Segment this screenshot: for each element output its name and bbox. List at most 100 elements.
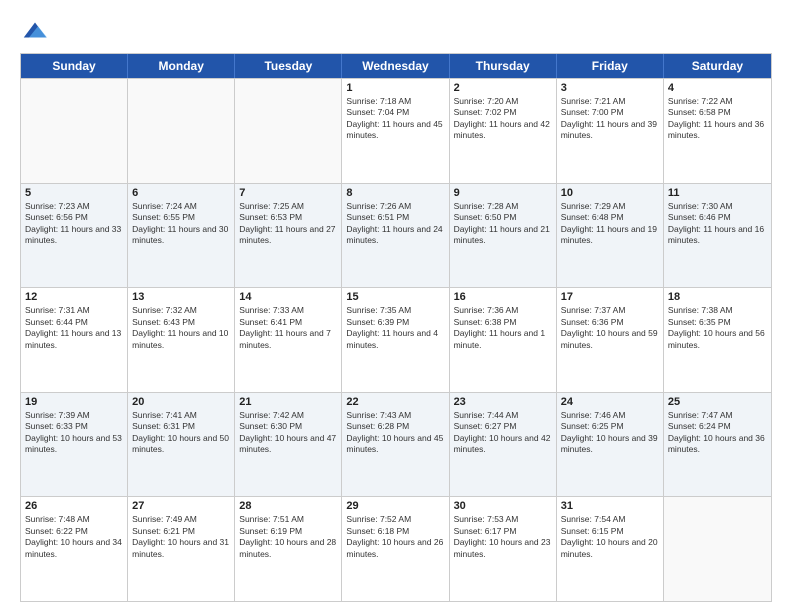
day-info: Sunrise: 7:21 AM Sunset: 7:00 PM Dayligh… (561, 96, 659, 142)
day-info: Sunrise: 7:48 AM Sunset: 6:22 PM Dayligh… (25, 514, 123, 560)
day-info: Sunrise: 7:29 AM Sunset: 6:48 PM Dayligh… (561, 201, 659, 247)
header (20, 15, 772, 45)
day-info: Sunrise: 7:36 AM Sunset: 6:38 PM Dayligh… (454, 305, 552, 351)
calendar-week-1: 1Sunrise: 7:18 AM Sunset: 7:04 PM Daylig… (21, 78, 771, 183)
day-number: 3 (561, 82, 659, 94)
day-number: 12 (25, 291, 123, 303)
calendar-cell: 24 Sunrise: 7:46 AM Sunset: 6:25 PM Dayli… (557, 393, 664, 497)
logo-icon (20, 15, 50, 45)
calendar-cell (235, 79, 342, 183)
day-info: Sunrise: 7:39 AM Sunset: 6:33 PM Dayligh… (25, 410, 123, 456)
header-day-saturday: Saturday (664, 54, 771, 78)
day-number: 15 (346, 291, 444, 303)
day-number: 25 (668, 396, 767, 408)
day-info: Sunrise: 7:47 AM Sunset: 6:24 PM Dayligh… (668, 410, 767, 456)
calendar-header-row: SundayMondayTuesdayWednesdayThursdayFrid… (21, 54, 771, 78)
day-number: 2 (454, 82, 552, 94)
header-day-wednesday: Wednesday (342, 54, 449, 78)
calendar-cell: 6 Sunrise: 7:24 AM Sunset: 6:55 PM Daylig… (128, 184, 235, 288)
day-number: 18 (668, 291, 767, 303)
header-day-thursday: Thursday (450, 54, 557, 78)
day-number: 16 (454, 291, 552, 303)
calendar-cell: 2 Sunrise: 7:20 AM Sunset: 7:02 PM Daylig… (450, 79, 557, 183)
calendar-cell: 16 Sunrise: 7:36 AM Sunset: 6:38 PM Dayli… (450, 288, 557, 392)
logo (20, 15, 54, 45)
day-number: 31 (561, 500, 659, 512)
day-info: Sunrise: 7:44 AM Sunset: 6:27 PM Dayligh… (454, 410, 552, 456)
calendar-cell: 1Sunrise: 7:18 AM Sunset: 7:04 PM Daylig… (342, 79, 449, 183)
calendar-cell (21, 79, 128, 183)
day-number: 11 (668, 187, 767, 199)
day-number: 7 (239, 187, 337, 199)
calendar-cell: 25 Sunrise: 7:47 AM Sunset: 6:24 PM Dayli… (664, 393, 771, 497)
day-number: 17 (561, 291, 659, 303)
calendar-cell: 27 Sunrise: 7:49 AM Sunset: 6:21 PM Dayli… (128, 497, 235, 601)
day-info: Sunrise: 7:25 AM Sunset: 6:53 PM Dayligh… (239, 201, 337, 247)
calendar-cell: 26 Sunrise: 7:48 AM Sunset: 6:22 PM Dayli… (21, 497, 128, 601)
calendar-week-2: 5Sunrise: 7:23 AM Sunset: 6:56 PM Daylig… (21, 183, 771, 288)
day-info: Sunrise: 7:32 AM Sunset: 6:43 PM Dayligh… (132, 305, 230, 351)
day-info: Sunrise: 7:52 AM Sunset: 6:18 PM Dayligh… (346, 514, 444, 560)
calendar-cell: 4 Sunrise: 7:22 AM Sunset: 6:58 PM Daylig… (664, 79, 771, 183)
calendar-cell: 19 Sunrise: 7:39 AM Sunset: 6:33 PM Dayli… (21, 393, 128, 497)
calendar-cell: 11 Sunrise: 7:30 AM Sunset: 6:46 PM Dayli… (664, 184, 771, 288)
day-info: Sunrise: 7:31 AM Sunset: 6:44 PM Dayligh… (25, 305, 123, 351)
day-info: Sunrise: 7:51 AM Sunset: 6:19 PM Dayligh… (239, 514, 337, 560)
day-info: Sunrise: 7:49 AM Sunset: 6:21 PM Dayligh… (132, 514, 230, 560)
calendar-cell: 8 Sunrise: 7:26 AM Sunset: 6:51 PM Daylig… (342, 184, 449, 288)
day-info: Sunrise: 7:22 AM Sunset: 6:58 PM Dayligh… (668, 96, 767, 142)
calendar-cell: 31 Sunrise: 7:54 AM Sunset: 6:15 PM Dayli… (557, 497, 664, 601)
day-info: Sunrise: 7:43 AM Sunset: 6:28 PM Dayligh… (346, 410, 444, 456)
calendar-cell: 13 Sunrise: 7:32 AM Sunset: 6:43 PM Dayli… (128, 288, 235, 392)
day-info: Sunrise: 7:28 AM Sunset: 6:50 PM Dayligh… (454, 201, 552, 247)
day-info: Sunrise: 7:18 AM Sunset: 7:04 PM Dayligh… (346, 96, 444, 142)
header-day-tuesday: Tuesday (235, 54, 342, 78)
calendar-cell: 12 Sunrise: 7:31 AM Sunset: 6:44 PM Dayli… (21, 288, 128, 392)
day-number: 21 (239, 396, 337, 408)
calendar-cell: 14Sunrise: 7:33 AM Sunset: 6:41 PM Dayli… (235, 288, 342, 392)
calendar-week-3: 12 Sunrise: 7:31 AM Sunset: 6:44 PM Dayli… (21, 287, 771, 392)
calendar-cell: 30 Sunrise: 7:53 AM Sunset: 6:17 PM Dayli… (450, 497, 557, 601)
day-number: 20 (132, 396, 230, 408)
calendar-cell: 10 Sunrise: 7:29 AM Sunset: 6:48 PM Dayli… (557, 184, 664, 288)
day-number: 4 (668, 82, 767, 94)
day-number: 8 (346, 187, 444, 199)
day-info: Sunrise: 7:26 AM Sunset: 6:51 PM Dayligh… (346, 201, 444, 247)
calendar-cell: 15 Sunrise: 7:35 AM Sunset: 6:39 PM Dayli… (342, 288, 449, 392)
day-info: Sunrise: 7:24 AM Sunset: 6:55 PM Dayligh… (132, 201, 230, 247)
day-number: 19 (25, 396, 123, 408)
calendar-cell: 22Sunrise: 7:43 AM Sunset: 6:28 PM Dayli… (342, 393, 449, 497)
day-number: 6 (132, 187, 230, 199)
day-info: Sunrise: 7:23 AM Sunset: 6:56 PM Dayligh… (25, 201, 123, 247)
day-info: Sunrise: 7:35 AM Sunset: 6:39 PM Dayligh… (346, 305, 444, 351)
calendar-body: 1Sunrise: 7:18 AM Sunset: 7:04 PM Daylig… (21, 78, 771, 601)
day-info: Sunrise: 7:41 AM Sunset: 6:31 PM Dayligh… (132, 410, 230, 456)
calendar-page: SundayMondayTuesdayWednesdayThursdayFrid… (0, 0, 792, 612)
day-number: 14 (239, 291, 337, 303)
day-number: 23 (454, 396, 552, 408)
day-number: 28 (239, 500, 337, 512)
day-number: 24 (561, 396, 659, 408)
day-number: 10 (561, 187, 659, 199)
header-day-sunday: Sunday (21, 54, 128, 78)
calendar-cell: 29 Sunrise: 7:52 AM Sunset: 6:18 PM Dayli… (342, 497, 449, 601)
day-number: 9 (454, 187, 552, 199)
day-info: Sunrise: 7:53 AM Sunset: 6:17 PM Dayligh… (454, 514, 552, 560)
day-number: 13 (132, 291, 230, 303)
day-info: Sunrise: 7:30 AM Sunset: 6:46 PM Dayligh… (668, 201, 767, 247)
day-info: Sunrise: 7:38 AM Sunset: 6:35 PM Dayligh… (668, 305, 767, 351)
day-info: Sunrise: 7:37 AM Sunset: 6:36 PM Dayligh… (561, 305, 659, 351)
day-info: Sunrise: 7:54 AM Sunset: 6:15 PM Dayligh… (561, 514, 659, 560)
day-number: 29 (346, 500, 444, 512)
day-info: Sunrise: 7:20 AM Sunset: 7:02 PM Dayligh… (454, 96, 552, 142)
day-info: Sunrise: 7:46 AM Sunset: 6:25 PM Dayligh… (561, 410, 659, 456)
calendar-cell: 9 Sunrise: 7:28 AM Sunset: 6:50 PM Daylig… (450, 184, 557, 288)
day-number: 27 (132, 500, 230, 512)
calendar-cell: 20 Sunrise: 7:41 AM Sunset: 6:31 PM Dayli… (128, 393, 235, 497)
calendar-cell: 7 Sunrise: 7:25 AM Sunset: 6:53 PM Daylig… (235, 184, 342, 288)
calendar-cell: 17 Sunrise: 7:37 AM Sunset: 6:36 PM Dayli… (557, 288, 664, 392)
day-number: 26 (25, 500, 123, 512)
day-number: 30 (454, 500, 552, 512)
calendar-cell: 21Sunrise: 7:42 AM Sunset: 6:30 PM Dayli… (235, 393, 342, 497)
calendar-cell: 3 Sunrise: 7:21 AM Sunset: 7:00 PM Daylig… (557, 79, 664, 183)
